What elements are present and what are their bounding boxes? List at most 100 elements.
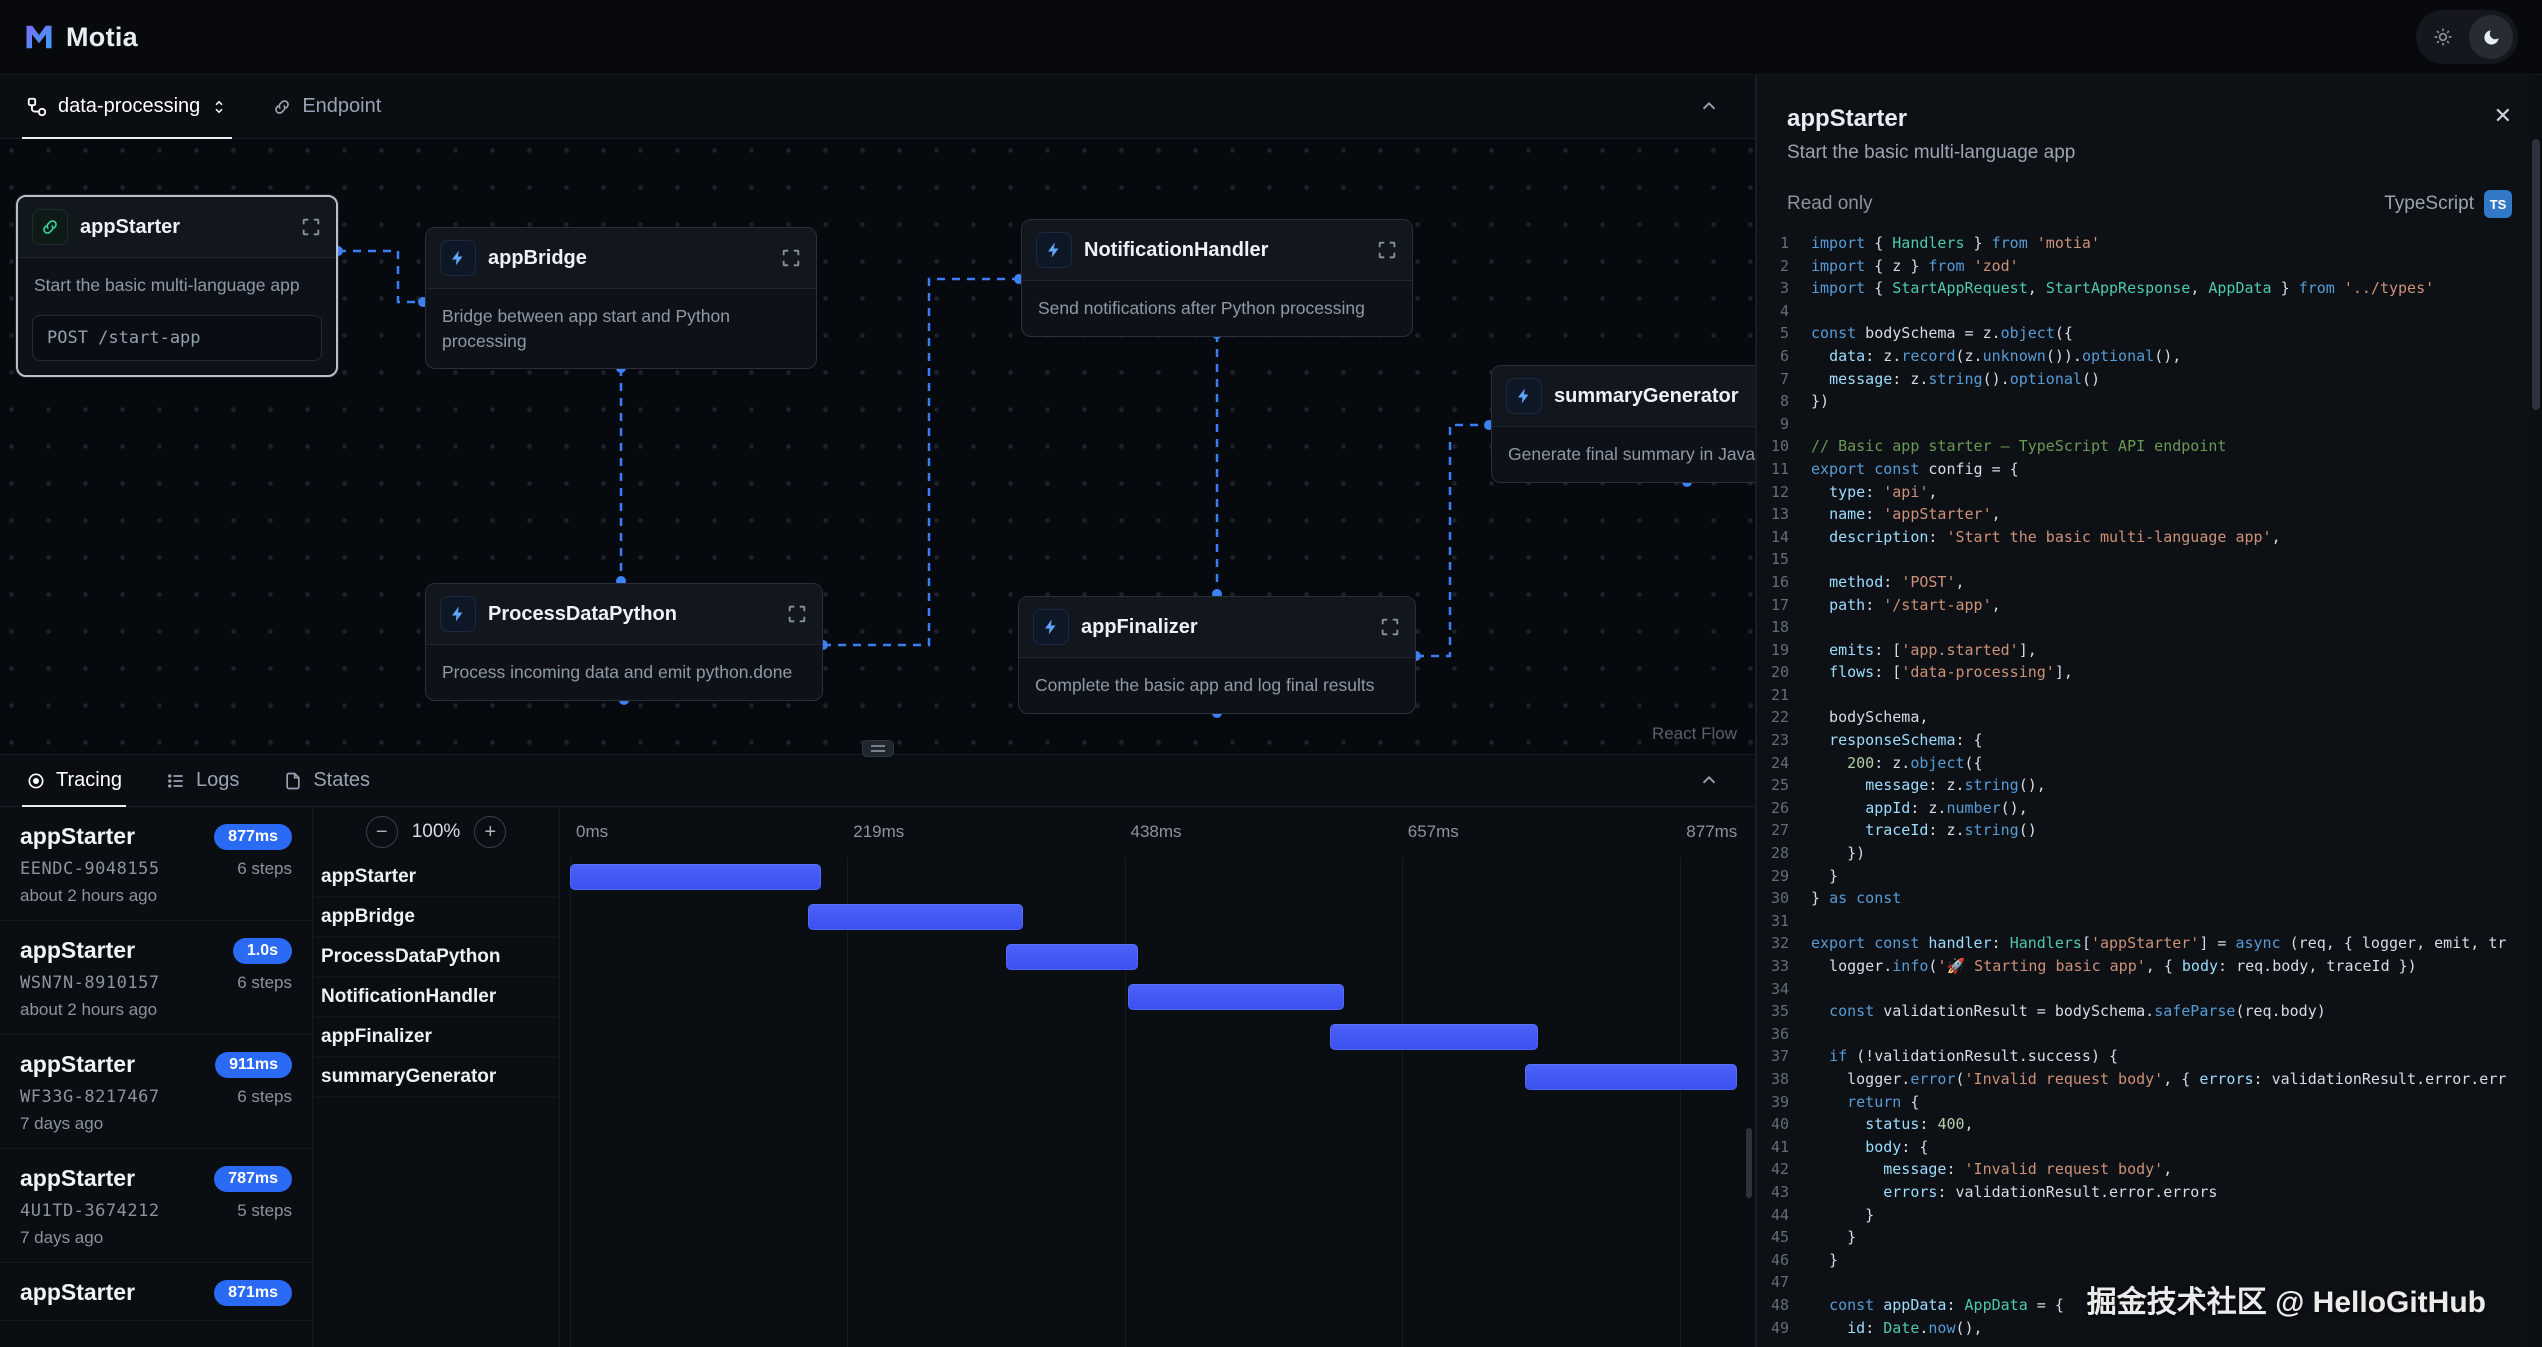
watermark: 掘金技术社区 @ HelloGitHub [2087, 1277, 2486, 1321]
timeline-step-label: NotificationHandler [313, 977, 559, 1017]
timeline-bar[interactable] [1006, 944, 1139, 970]
light-theme-button[interactable] [2421, 15, 2465, 59]
list-icon [166, 771, 186, 791]
trace-id: WSN7N-8910157 [20, 973, 160, 993]
app-name: Motia [66, 22, 138, 53]
flow-node-appBridge[interactable]: appBridge Bridge between app start and P… [425, 227, 817, 369]
trace-steps: 6 steps [237, 859, 292, 879]
flow-node-NotificationHandler[interactable]: NotificationHandler Send notifications a… [1021, 219, 1413, 337]
trace-name: appStarter [20, 823, 135, 850]
code-line: 19 emits: ['app.started'], [1757, 639, 2542, 662]
zoom-in-button[interactable]: + [474, 816, 506, 848]
line-content: status: 400, [1811, 1113, 2542, 1136]
code-panel: appStarter ✕ Start the basic multi-langu… [1756, 75, 2542, 1347]
zoom-controls: − 100% + [313, 807, 559, 857]
code-line: 21 [1757, 684, 2542, 707]
line-content: message: 'Invalid request body', [1811, 1158, 2542, 1181]
line-number: 5 [1757, 322, 1811, 345]
tab-tracing[interactable]: Tracing [26, 755, 122, 806]
panel-resize-handle[interactable] [862, 740, 894, 757]
line-number: 4 [1757, 300, 1811, 323]
tab-logs[interactable]: Logs [166, 755, 239, 806]
code-line: 23 responseSchema: { [1757, 729, 2542, 752]
event-icon [1506, 378, 1542, 414]
trace-id: 4U1TD-3674212 [20, 1201, 160, 1221]
trace-item[interactable]: appStarter787ms4U1TD-36742125 steps7 day… [0, 1149, 312, 1263]
code-line: 24 200: z.object({ [1757, 752, 2542, 775]
line-content: path: '/start-app', [1811, 594, 2542, 617]
line-content: body: { [1811, 1136, 2542, 1159]
window-scrollbar-thumb[interactable] [2532, 139, 2540, 410]
code-line: 34 [1757, 978, 2542, 1001]
flow-node-appStarter[interactable]: appStarter Start the basic multi-languag… [16, 195, 338, 377]
dark-theme-button[interactable] [2469, 15, 2513, 59]
line-number: 2 [1757, 255, 1811, 278]
expand-icon[interactable] [1379, 616, 1401, 638]
expand-icon[interactable] [780, 247, 802, 269]
timeline-bar[interactable] [1128, 984, 1343, 1010]
line-number: 1 [1757, 232, 1811, 255]
expand-icon[interactable] [786, 603, 808, 625]
code-line: 39 return { [1757, 1091, 2542, 1114]
close-button[interactable]: ✕ [2494, 105, 2512, 127]
tab-endpoint[interactable]: Endpoint [272, 75, 381, 138]
read-only-label: Read only [1787, 193, 1873, 215]
trace-item[interactable]: appStarter871ms [0, 1263, 312, 1321]
code-line: 20 flows: ['data-processing'], [1757, 661, 2542, 684]
flow-collapse-button[interactable] [1689, 87, 1729, 127]
tab-logs-label: Logs [196, 769, 239, 792]
line-number: 19 [1757, 639, 1811, 662]
line-content: appId: z.number(), [1811, 797, 2542, 820]
file-icon [283, 771, 303, 791]
expand-icon[interactable] [1376, 239, 1398, 261]
timeline-bar[interactable] [570, 864, 821, 890]
line-number: 23 [1757, 729, 1811, 752]
zoom-out-button[interactable]: − [366, 816, 398, 848]
trace-item[interactable]: appStarter911msWF33G-82174676 steps7 day… [0, 1035, 312, 1149]
flow-node-ProcessDataPython[interactable]: ProcessDataPython Process incoming data … [425, 583, 823, 701]
timeline-row [560, 857, 1755, 897]
line-content: } [1811, 865, 2542, 888]
line-number: 16 [1757, 571, 1811, 594]
link-icon [272, 97, 292, 117]
line-content: } [1811, 1249, 2542, 1272]
node-title: appStarter [80, 216, 288, 239]
line-content: data: z.record(z.unknown()).optional(), [1811, 345, 2542, 368]
line-number: 17 [1757, 594, 1811, 617]
timeline-bar[interactable] [1525, 1064, 1738, 1090]
tracing-collapse-button[interactable] [1689, 761, 1729, 801]
line-number: 35 [1757, 1000, 1811, 1023]
line-content: import { z } from 'zod' [1811, 255, 2542, 278]
tick-label: 877ms [1686, 822, 1737, 842]
node-title: summaryGenerator [1554, 385, 1755, 408]
tab-states[interactable]: States [283, 755, 370, 806]
line-number: 25 [1757, 774, 1811, 797]
theme-toggle [2416, 10, 2518, 64]
trace-duration-badge: 911ms [215, 1052, 292, 1078]
timeline-bar[interactable] [1330, 1024, 1539, 1050]
tick-label: 219ms [853, 822, 904, 842]
line-number: 39 [1757, 1091, 1811, 1114]
line-content: emits: ['app.started'], [1811, 639, 2542, 662]
line-content: import { Handlers } from 'motia' [1811, 232, 2542, 255]
line-number: 41 [1757, 1136, 1811, 1159]
flow-selector[interactable]: data-processing [26, 75, 228, 138]
trace-item[interactable]: appStarter877msEENDC-90481556 stepsabout… [0, 807, 312, 921]
node-description: Complete the basic app and log final res… [1019, 658, 1415, 713]
sun-icon [2433, 27, 2453, 47]
code-line: 37 if (!validationResult.success) { [1757, 1045, 2542, 1068]
flow-node-appFinalizer[interactable]: appFinalizer Complete the basic app and … [1018, 596, 1416, 714]
flow-canvas[interactable]: appStarter Start the basic multi-languag… [0, 139, 1755, 754]
code-line: 14 description: 'Start the basic multi-l… [1757, 526, 2542, 549]
event-icon [440, 240, 476, 276]
line-content: logger.error('Invalid request body', { e… [1811, 1068, 2542, 1091]
node-description: Generate final summary in Java [1492, 427, 1755, 482]
code-lines[interactable]: 1import { Handlers } from 'motia'2import… [1757, 232, 2542, 1339]
line-content [1811, 300, 2542, 323]
tracing-scrollbar-thumb[interactable] [1746, 1128, 1752, 1198]
trace-item[interactable]: appStarter1.0sWSN7N-89101576 stepsabout … [0, 921, 312, 1035]
timeline-bar[interactable] [808, 904, 1023, 930]
window-scrollbar[interactable] [2530, 75, 2542, 1347]
flow-node-summaryGenerator[interactable]: summaryGenerator Generate final summary … [1491, 365, 1755, 483]
expand-icon[interactable] [300, 216, 322, 238]
